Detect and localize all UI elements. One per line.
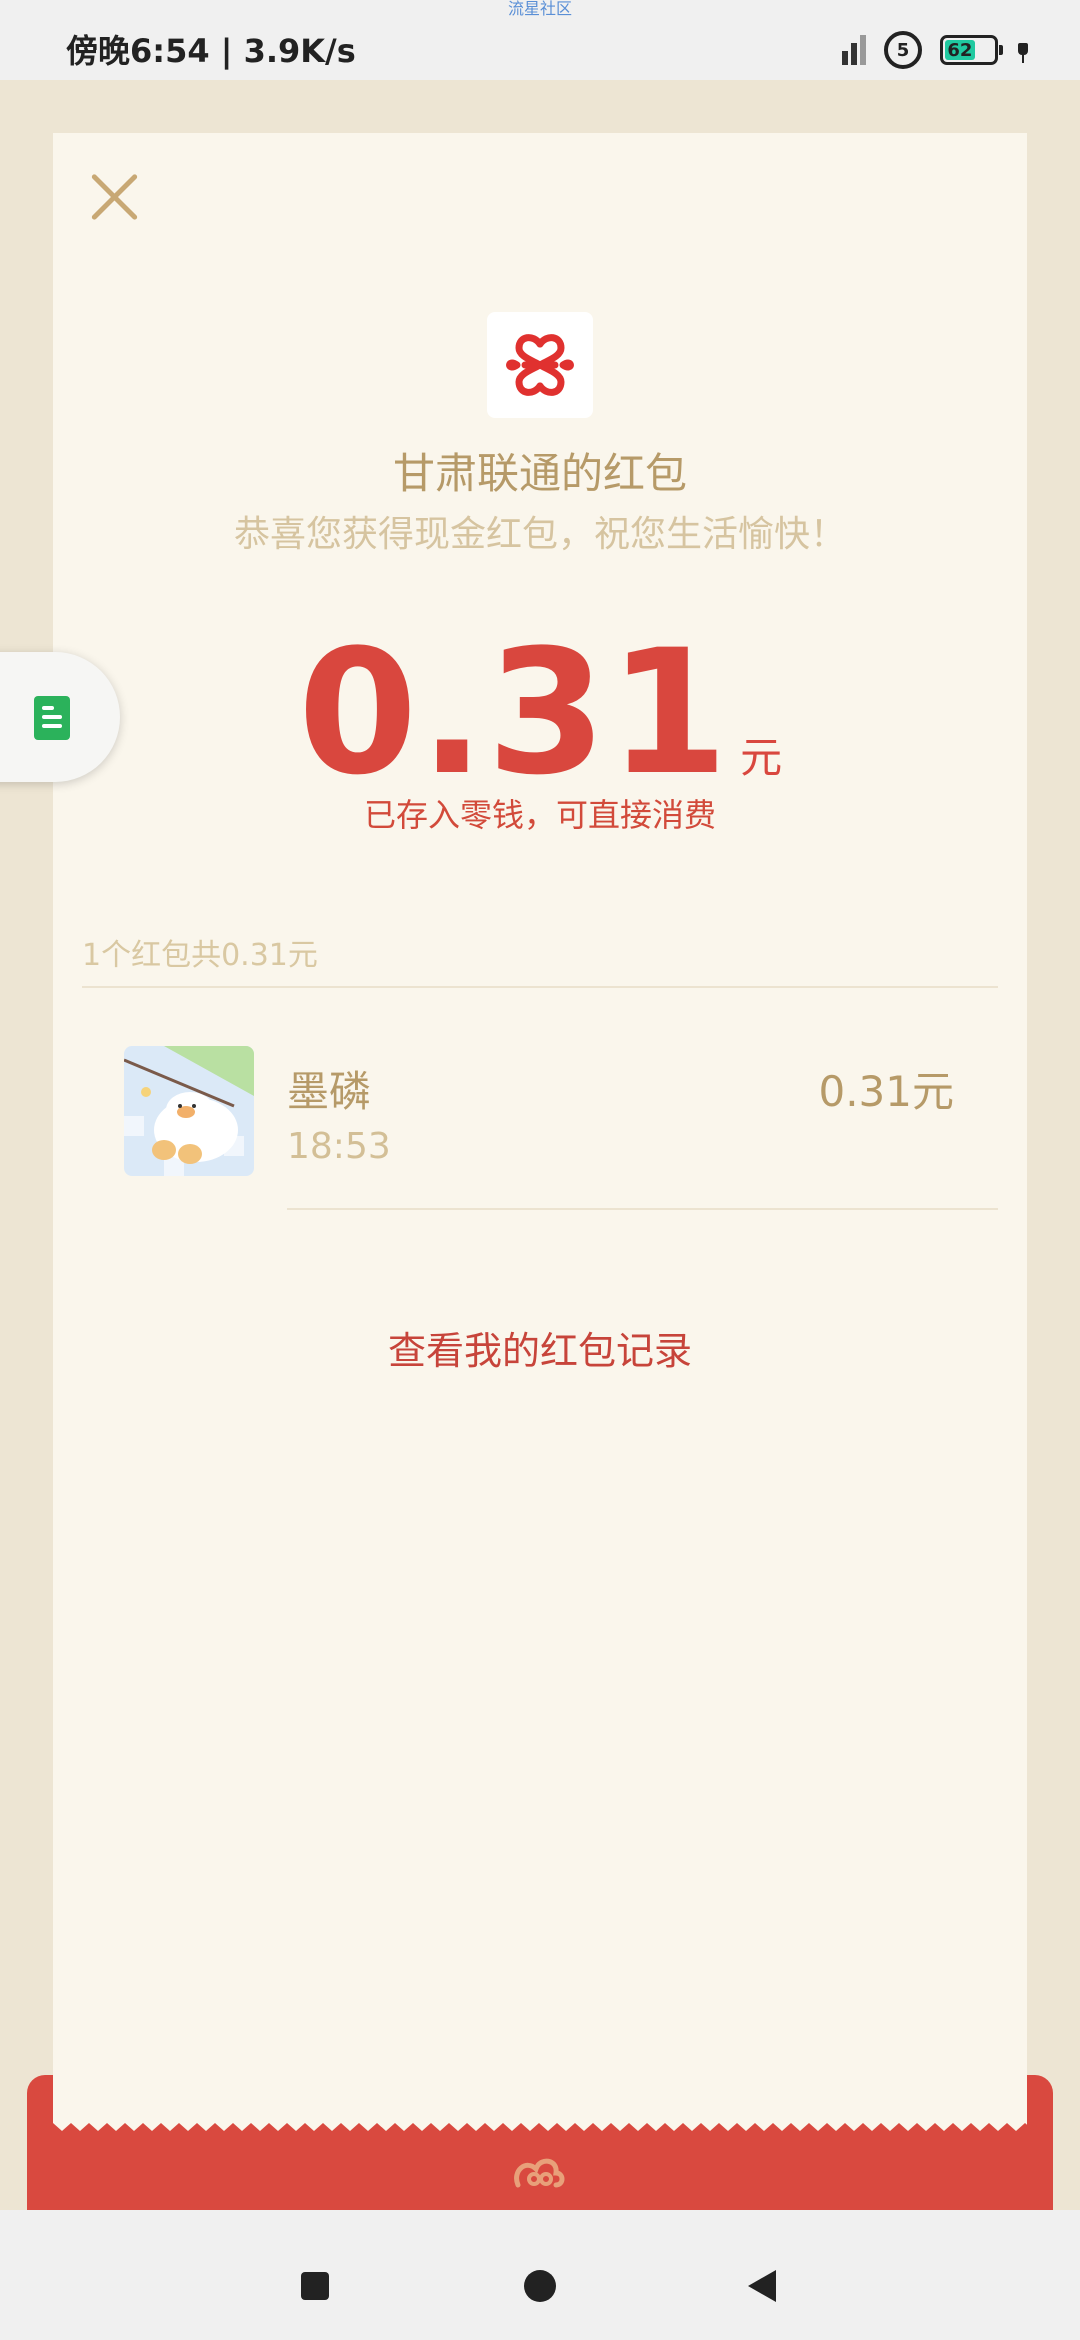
sender-name: 甘肃联通的红包 xyxy=(392,449,687,498)
signal-icon xyxy=(842,35,866,65)
china-unicom-logo xyxy=(487,312,593,418)
battery-level: 62 xyxy=(945,40,975,61)
card-zigzag-edge xyxy=(53,2113,1027,2131)
square-recents-icon[interactable] xyxy=(301,2272,329,2300)
view-records-link[interactable]: 查看我的红包记录 xyxy=(0,1320,1080,1375)
circle-home-icon[interactable] xyxy=(524,2270,556,2302)
divider xyxy=(82,986,998,988)
amount-row: 0.31 元 xyxy=(0,612,1080,813)
battery-icon: 62 xyxy=(940,35,1003,65)
receive-time: 18:53 xyxy=(287,1126,391,1167)
receive-amount: 0.31元 xyxy=(818,1067,954,1116)
document-icon xyxy=(34,696,70,740)
amount-unit: 元 xyxy=(740,733,783,782)
navigation-bar xyxy=(0,2210,1080,2340)
greeting-text: 恭喜您获得现金红包，祝您生活愉快！ xyxy=(233,514,846,555)
watermark-text: 流星社区 xyxy=(507,0,572,18)
stored-note: 已存入零钱，可直接消费 xyxy=(363,796,716,834)
charging-icon xyxy=(1016,37,1030,63)
status-time: 傍晚6:54 | 3.9K/s xyxy=(66,32,356,70)
amount-value: 0.31 xyxy=(297,612,731,813)
envelope-summary: 1个红包共0.31元 xyxy=(82,938,318,973)
alarm-icon: 5 xyxy=(884,31,922,69)
status-icons: 5 62 xyxy=(842,30,1030,70)
envelope-cloud-icon xyxy=(514,2153,565,2193)
receiver-name: 墨磷 xyxy=(287,1067,372,1116)
triangle-back-icon[interactable] xyxy=(748,2270,776,2302)
close-icon[interactable] xyxy=(88,170,142,224)
avatar[interactable] xyxy=(124,1046,254,1176)
status-bar: 流星社区 傍晚6:54 | 3.9K/s 5 62 xyxy=(0,0,1080,80)
divider xyxy=(287,1208,998,1210)
